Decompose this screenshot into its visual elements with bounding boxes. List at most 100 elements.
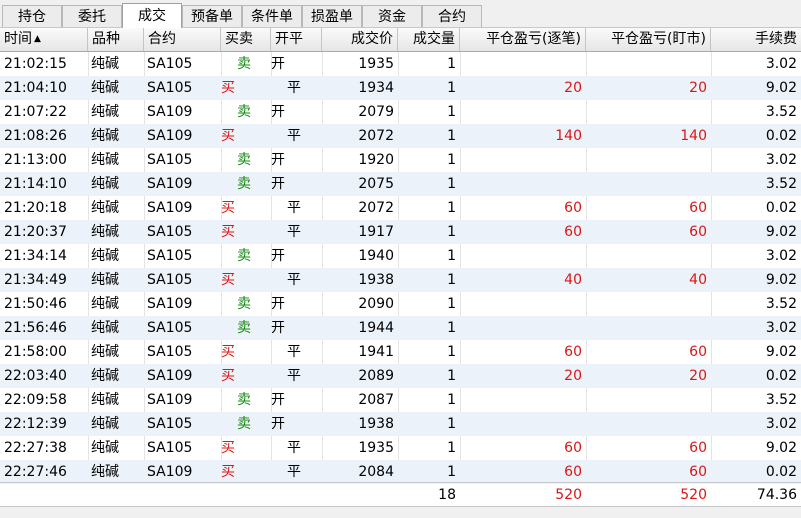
table-row[interactable]: 22:09:58 纯碱 SA109 卖 开 2087 1 3.52 <box>0 388 801 412</box>
cell-time: 22:12:39 <box>4 416 67 432</box>
cell-product: 纯碱 <box>91 224 119 240</box>
table-row[interactable]: 21:20:37 纯碱 SA105 买 平 1917 1 60 60 9.02 <box>0 220 801 244</box>
cell-fee: 3.52 <box>765 296 797 312</box>
cell-pnl-trade: 60 <box>564 224 582 240</box>
tab-stop-orders[interactable]: 损盈单 <box>302 5 362 27</box>
cell-product: 纯碱 <box>91 272 119 288</box>
cell-fee: 3.02 <box>765 152 797 168</box>
cell-time: 21:20:37 <box>4 224 67 240</box>
column-header-pnl-mtm[interactable]: 平仓盈亏(盯市) <box>586 28 711 51</box>
column-header-pnl-trade[interactable]: 平仓盈亏(逐笔) <box>460 28 586 51</box>
cell-offset: 开 <box>271 104 285 120</box>
cell-pnl-trade: 20 <box>564 368 582 384</box>
cell-contract: SA109 <box>147 176 193 192</box>
cell-contract: SA105 <box>147 80 193 96</box>
tab-orders[interactable]: 委托 <box>62 5 122 27</box>
cell-product: 纯碱 <box>91 128 119 144</box>
cell-fee: 0.02 <box>765 464 797 480</box>
cell-volume: 1 <box>447 464 456 480</box>
cell-price: 1940 <box>358 248 394 264</box>
column-header-price[interactable]: 成交价 <box>322 28 398 51</box>
tab-trades[interactable]: 成交 <box>122 3 182 28</box>
tab-prepared-orders[interactable]: 预备单 <box>182 5 242 27</box>
cell-direction: 买 <box>221 344 235 360</box>
column-header-time[interactable]: 时间 ▲ <box>0 28 88 51</box>
tab-contracts[interactable]: 合约 <box>422 5 482 27</box>
cell-offset: 平 <box>287 440 301 456</box>
cell-volume: 1 <box>447 200 456 216</box>
cell-pnl-trade <box>460 100 582 124</box>
table-row[interactable]: 21:50:46 纯碱 SA109 卖 开 2090 1 3.52 <box>0 292 801 316</box>
tab-positions[interactable]: 持仓 <box>2 5 62 27</box>
table-row[interactable]: 21:34:14 纯碱 SA105 卖 开 1940 1 3.02 <box>0 244 801 268</box>
cell-pnl-trade: 60 <box>564 200 582 216</box>
cell-volume: 1 <box>447 344 456 360</box>
tab-conditional-orders[interactable]: 条件单 <box>242 5 302 27</box>
sort-ascending-icon: ▲ <box>34 34 41 44</box>
table-row[interactable]: 22:03:40 纯碱 SA109 买 平 2089 1 20 20 0.02 <box>0 364 801 388</box>
cell-direction: 买 <box>221 224 235 240</box>
cell-contract: SA109 <box>147 296 193 312</box>
cell-product: 纯碱 <box>91 296 119 312</box>
column-header-contract[interactable]: 合约 <box>144 28 221 51</box>
total-pnl-trade: 520 <box>555 487 582 503</box>
table-row[interactable]: 21:14:10 纯碱 SA109 卖 开 2075 1 3.52 <box>0 172 801 196</box>
table-row[interactable]: 21:13:00 纯碱 SA105 卖 开 1920 1 3.02 <box>0 148 801 172</box>
table-row[interactable]: 22:27:46 纯碱 SA109 买 平 2084 1 60 60 0.02 <box>0 460 801 484</box>
cell-contract: SA109 <box>147 128 193 144</box>
cell-volume: 1 <box>447 392 456 408</box>
cell-pnl-trade <box>460 148 582 172</box>
cell-price: 1938 <box>358 416 394 432</box>
table-row[interactable]: 21:20:18 纯碱 SA109 买 平 2072 1 60 60 0.02 <box>0 196 801 220</box>
cell-pnl-trade <box>460 244 582 268</box>
cell-product: 纯碱 <box>91 416 119 432</box>
cell-fee: 9.02 <box>765 80 797 96</box>
cell-fee: 3.02 <box>765 56 797 72</box>
cell-fee: 3.02 <box>765 320 797 336</box>
column-header-direction[interactable]: 买卖 <box>221 28 271 51</box>
column-header-volume[interactable]: 成交量 <box>398 28 460 51</box>
horizontal-scrollbar[interactable] <box>0 506 801 518</box>
total-volume: 18 <box>438 487 456 503</box>
column-header-product[interactable]: 品种 <box>88 28 144 51</box>
cell-price: 1920 <box>358 152 394 168</box>
cell-contract: SA105 <box>147 56 193 72</box>
cell-pnl-mtm <box>586 388 707 412</box>
table-row[interactable]: 21:04:10 纯碱 SA105 买 平 1934 1 20 20 9.02 <box>0 76 801 100</box>
cell-offset: 开 <box>271 392 285 408</box>
cell-direction: 卖 <box>237 104 251 120</box>
table-row[interactable]: 21:07:22 纯碱 SA109 卖 开 2079 1 3.52 <box>0 100 801 124</box>
table-row[interactable]: 22:27:38 纯碱 SA105 买 平 1935 1 60 60 9.02 <box>0 436 801 460</box>
table-row[interactable]: 21:08:26 纯碱 SA109 买 平 2072 1 140 140 0.02 <box>0 124 801 148</box>
cell-price: 2072 <box>358 200 394 216</box>
cell-volume: 1 <box>447 320 456 336</box>
cell-time: 22:27:46 <box>4 464 67 480</box>
cell-volume: 1 <box>447 128 456 144</box>
cell-contract: SA109 <box>147 464 193 480</box>
table-row[interactable]: 21:34:49 纯碱 SA105 买 平 1938 1 40 40 9.02 <box>0 268 801 292</box>
cell-product: 纯碱 <box>91 80 119 96</box>
cell-pnl-mtm: 60 <box>689 440 707 456</box>
tab-funds[interactable]: 资金 <box>362 5 422 27</box>
cell-fee: 0.02 <box>765 368 797 384</box>
cell-contract: SA105 <box>147 248 193 264</box>
total-fee: 74.36 <box>756 487 797 503</box>
cell-pnl-trade: 20 <box>564 80 582 96</box>
table-row[interactable]: 21:58:00 纯碱 SA105 买 平 1941 1 60 60 9.02 <box>0 340 801 364</box>
column-header-fee[interactable]: 手续费 <box>711 28 801 51</box>
cell-direction: 买 <box>221 80 235 96</box>
cell-price: 2072 <box>358 128 394 144</box>
table-row[interactable]: 21:56:46 纯碱 SA105 卖 开 1944 1 3.02 <box>0 316 801 340</box>
cell-direction: 买 <box>221 464 235 480</box>
cell-product: 纯碱 <box>91 200 119 216</box>
table-row[interactable]: 21:02:15 纯碱 SA105 卖 开 1935 1 3.02 <box>0 52 801 76</box>
cell-product: 纯碱 <box>91 464 119 480</box>
column-header-offset[interactable]: 开平 <box>271 28 322 51</box>
cell-contract: SA105 <box>147 440 193 456</box>
cell-fee: 9.02 <box>765 272 797 288</box>
table-row[interactable]: 22:12:39 纯碱 SA105 卖 开 1938 1 3.02 <box>0 412 801 436</box>
cell-pnl-trade <box>460 292 582 316</box>
cell-contract: SA105 <box>147 224 193 240</box>
cell-pnl-mtm: 140 <box>680 128 707 144</box>
cell-fee: 3.02 <box>765 248 797 264</box>
